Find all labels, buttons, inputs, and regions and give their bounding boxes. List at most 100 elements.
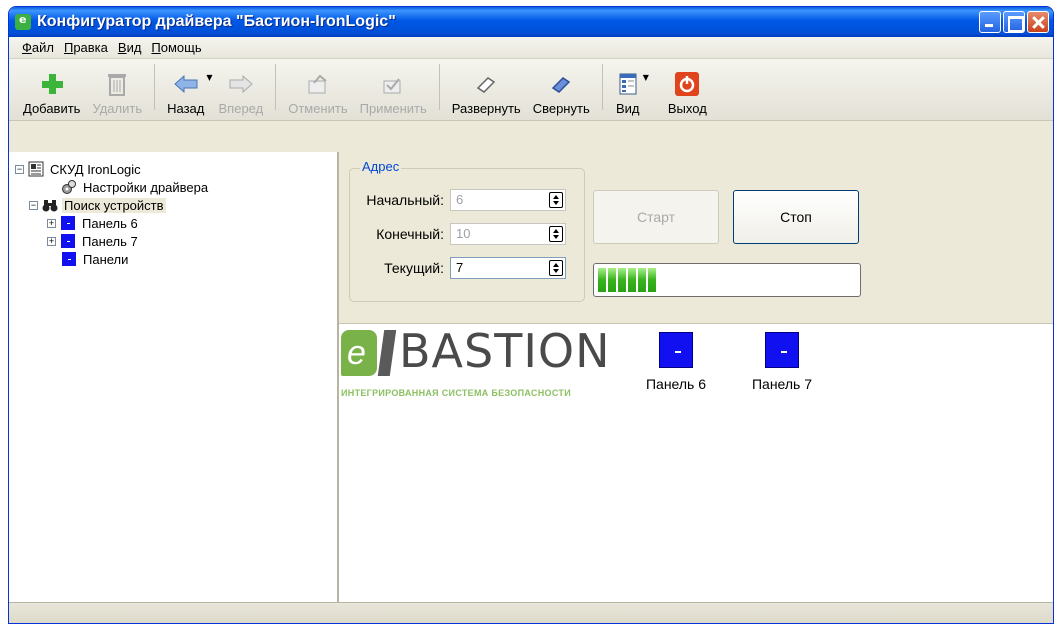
progress-block — [638, 268, 646, 292]
view-button[interactable]: Вид — [609, 60, 647, 116]
logo-subtitle: ИНТЕГРИРОВАННАЯ СИСТЕМА БЕЗОПАСНОСТИ — [341, 388, 571, 398]
start-button[interactable]: Старт — [593, 190, 719, 244]
logo-bar — [377, 330, 397, 376]
address-legend: Адрес — [360, 159, 402, 174]
tree-node-driver-settings[interactable]: Настройки драйвера — [15, 178, 337, 196]
start-address-input: 6 — [450, 189, 566, 211]
controller-icon — [28, 161, 44, 177]
expand-toggle[interactable]: + — [47, 236, 56, 246]
plus-icon — [39, 71, 65, 97]
toolbar: Добавить Удалить Назад ▼ Вперед Отменить… — [9, 59, 1053, 121]
end-address-input: 10 — [450, 223, 566, 245]
end-address-row: Конечный: 10 — [360, 223, 566, 245]
add-button[interactable]: Добавить — [17, 60, 86, 116]
delete-button[interactable]: Удалить — [86, 60, 148, 116]
address-group: Адрес Начальный: 6 Конечный: 10 Текущий:… — [349, 159, 585, 302]
panel-icon — [61, 251, 77, 267]
cancel-label: Отменить — [288, 101, 348, 116]
forward-button[interactable]: Вперед — [213, 60, 270, 116]
collapse-icon — [548, 71, 574, 97]
apply-icon — [380, 71, 406, 97]
panel-icon — [60, 233, 76, 249]
panel-7-node[interactable]: Панель 7 — [747, 332, 817, 392]
menu-edit[interactable]: Правка — [59, 40, 113, 55]
app-icon — [15, 13, 31, 30]
tree-label: Поиск устройств — [62, 197, 166, 213]
bastion-logo: e BASTION ИНТЕГРИРОВАННАЯ СИСТЕМА БЕЗОПА… — [341, 324, 641, 410]
logo-letter: e — [347, 334, 366, 372]
view-icon — [615, 71, 641, 97]
apply-button[interactable]: Применить — [354, 60, 433, 116]
tree-label: Панель 6 — [82, 215, 138, 231]
gears-icon — [61, 179, 77, 195]
logo-text: BASTION — [399, 324, 611, 378]
stop-button[interactable]: Стоп — [733, 190, 859, 244]
binoculars-icon — [42, 197, 58, 213]
title-bar[interactable]: Конфигуратор драйвера "Бастион-IronLogic… — [9, 7, 1053, 37]
toolbar-separator — [275, 64, 277, 110]
exit-label: Выход — [667, 101, 707, 116]
toolbar-separator — [154, 64, 156, 110]
progress-block — [618, 268, 626, 292]
toolbar-separator — [438, 64, 440, 110]
panel-icon — [60, 215, 76, 231]
arrow-left-icon — [173, 71, 199, 97]
spin-arrows-icon[interactable] — [549, 260, 563, 276]
delete-label: Удалить — [92, 101, 143, 116]
menu-view[interactable]: Вид — [113, 40, 147, 55]
cancel-button[interactable]: Отменить — [282, 60, 353, 116]
tree-label: Панели — [83, 251, 129, 267]
progress-block — [598, 268, 606, 292]
add-label: Добавить — [23, 101, 81, 116]
forward-label: Вперед — [218, 101, 264, 116]
tree-node-panels[interactable]: Панели — [15, 250, 337, 268]
power-icon — [674, 71, 700, 97]
current-address-label: Текущий: — [384, 260, 444, 276]
tree-label: СКУД IronLogic — [50, 161, 141, 177]
expand-toggle[interactable]: + — [47, 218, 56, 228]
expand-label: Развернуть — [451, 101, 521, 116]
progress-block — [648, 268, 656, 292]
minimize-button[interactable] — [979, 11, 1001, 33]
current-address-input[interactable]: 7 — [450, 257, 566, 279]
device-tree: − СКУД IronLogic Настройки драйвера − По… — [9, 152, 339, 602]
toolbar-separator — [601, 64, 603, 110]
main-window: Конфигуратор драйвера "Бастион-IronLogic… — [8, 6, 1054, 624]
tree-node-panel-7[interactable]: + Панель 7 — [15, 232, 337, 250]
menu-file[interactable]: Файл — [17, 40, 59, 55]
view-dropdown-icon[interactable]: ▼ — [643, 73, 649, 82]
undo-icon — [305, 71, 331, 97]
panel-6-node[interactable]: Панель 6 — [641, 332, 711, 392]
menu-bar: Файл Правка Вид Помощь — [9, 37, 1053, 59]
logo-emblem: e — [341, 330, 377, 376]
collapse-toggle[interactable]: − — [29, 200, 38, 210]
panel-icon — [765, 332, 799, 368]
end-address-value: 10 — [456, 226, 471, 241]
back-button[interactable]: Назад — [161, 60, 210, 116]
panel-caption: Панель 6 — [645, 376, 707, 392]
status-bar — [9, 602, 1053, 623]
panel-icon — [659, 332, 693, 368]
current-address-value: 7 — [456, 260, 464, 275]
back-label: Назад — [167, 101, 205, 116]
current-address-row: Текущий: 7 — [360, 257, 566, 279]
window-title: Конфигуратор драйвера "Бастион-IronLogic… — [37, 13, 396, 30]
collapse-button[interactable]: Свернуть — [527, 60, 596, 116]
tree-node-device-search[interactable]: − Поиск устройств — [15, 196, 337, 214]
spin-arrows-icon — [549, 226, 563, 242]
exit-button[interactable]: Выход — [662, 60, 713, 116]
expand-button[interactable]: Развернуть — [446, 60, 527, 116]
tree-node-root[interactable]: − СКУД IronLogic — [15, 160, 337, 178]
arrow-right-icon — [228, 71, 254, 97]
expand-icon — [473, 71, 499, 97]
progress-block — [628, 268, 636, 292]
search-progress-bar — [593, 263, 861, 297]
collapse-toggle[interactable]: − — [15, 164, 24, 174]
search-controls: Адрес Начальный: 6 Конечный: 10 Текущий:… — [339, 152, 1053, 324]
close-button[interactable] — [1027, 11, 1049, 33]
maximize-button[interactable] — [1003, 11, 1025, 33]
menu-help[interactable]: Помощь — [146, 40, 206, 55]
tree-node-panel-6[interactable]: + Панель 6 — [15, 214, 337, 232]
collapse-label: Свернуть — [532, 101, 590, 116]
